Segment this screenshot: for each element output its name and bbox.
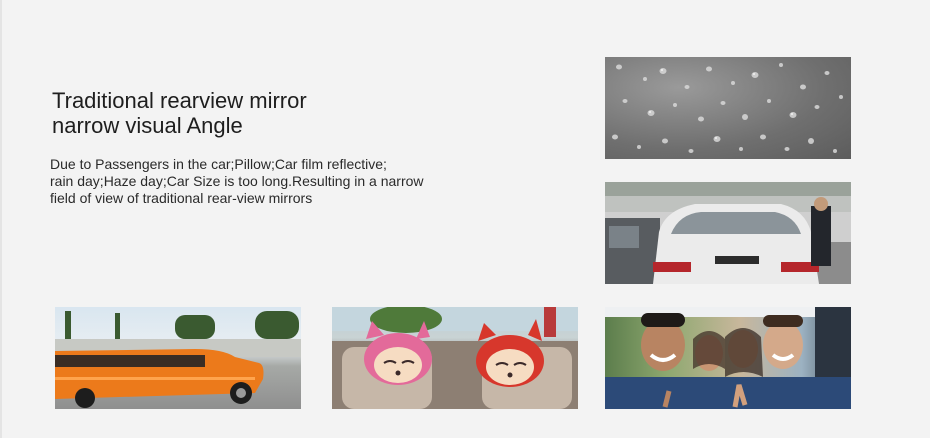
limousine-illustration (55, 311, 301, 408)
passengers-in-car-photo (605, 307, 851, 409)
frame-edge (0, 0, 2, 438)
description-line-2: rain day;Haze day;Car Size is too long.R… (50, 173, 424, 189)
headline: Traditional rearview mirror narrow visua… (52, 88, 307, 138)
headline-line-2: narrow visual Angle (52, 113, 243, 138)
passengers-illustration (605, 307, 851, 409)
raindrops-on-glass-photo (605, 57, 851, 159)
raindrops-illustration (612, 63, 843, 153)
car-rear-illustration (605, 182, 851, 284)
description: Due to Passengers in the car;Pillow;Car … (50, 156, 510, 207)
car-rear-view-photo (605, 182, 851, 284)
plush-toys-illustration (332, 307, 578, 409)
description-line-1: Due to Passengers in the car;Pillow;Car … (50, 156, 387, 172)
headline-line-1: Traditional rearview mirror (52, 88, 307, 113)
plush-toys-headrest-photo (332, 307, 578, 409)
description-line-3: field of view of traditional rear-view m… (50, 190, 313, 206)
orange-limousine-photo (55, 307, 301, 409)
